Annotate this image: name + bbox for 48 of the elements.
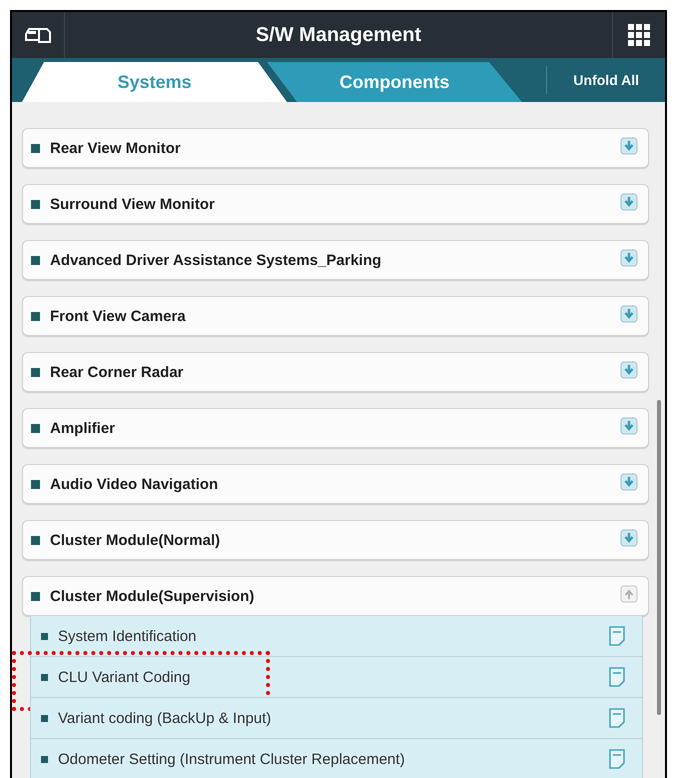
system-row[interactable]: Cluster Module(Normal)	[22, 520, 649, 560]
function-row[interactable]: Variant coding (BackUp & Input)	[30, 698, 643, 739]
function-name: Odometer Setting (Instrument Cluster Replacement)	[58, 750, 406, 768]
system-name: Advanced Driver Assistance Systems_Parking	[50, 252, 382, 268]
function-name: System Identification	[58, 628, 198, 644]
system-row[interactable]: Rear Corner Radar	[22, 352, 649, 392]
screen-title: S/W Management	[254, 24, 422, 46]
system-row[interactable]: Amplifier	[22, 408, 649, 448]
system-row[interactable]: Surround View Monitor	[22, 184, 649, 224]
bullet-icon	[41, 674, 48, 680]
system-name: Amplifier	[50, 420, 116, 436]
system-row[interactable]: Advanced Driver Assistance Systems_Parking	[22, 240, 649, 280]
function-name: CLU Variant Coding	[58, 668, 192, 686]
function-row[interactable]: Odometer Setting (Instrument Cluster Replacement)	[30, 739, 643, 778]
bullet-icon	[31, 592, 40, 600]
function-row[interactable]: CLU Variant Coding	[30, 657, 643, 698]
document-icon[interactable]	[608, 626, 626, 646]
bullet-icon	[41, 756, 48, 762]
system-name: Rear View Monitor	[50, 140, 182, 156]
bullet-icon	[31, 144, 40, 152]
bullet-icon	[31, 256, 40, 264]
car-document-icon[interactable]	[24, 26, 52, 44]
system-name: Surround View Monitor	[50, 196, 216, 212]
bullet-icon	[31, 424, 40, 432]
system-name: Cluster Module(Supervision)	[50, 588, 256, 604]
system-name: Audio Video Navigation	[50, 476, 220, 492]
system-name: Cluster Module(Normal)	[50, 532, 222, 548]
grid-menu-icon[interactable]	[628, 24, 650, 46]
function-row[interactable]: System Identification	[30, 616, 643, 657]
system-name: Rear Corner Radar	[50, 364, 184, 380]
bullet-icon	[31, 480, 40, 488]
system-row[interactable]: Front View Camera	[22, 296, 649, 336]
document-icon[interactable]	[608, 708, 626, 728]
bullet-icon	[41, 632, 48, 640]
system-row[interactable]: Cluster Module(Supervision)	[22, 576, 649, 616]
system-row[interactable]: Audio Video Navigation	[22, 464, 649, 504]
bullet-icon	[31, 368, 40, 376]
scrollbar[interactable]	[657, 400, 661, 715]
system-row[interactable]: Rear View Monitor	[22, 128, 649, 168]
bullet-icon	[41, 714, 48, 722]
bullet-icon	[31, 536, 40, 544]
bullet-icon	[31, 312, 40, 320]
document-icon[interactable]	[608, 749, 626, 769]
function-name: Variant coding (BackUp & Input)	[58, 710, 272, 726]
bullet-icon	[31, 200, 40, 208]
system-name: Front View Camera	[50, 308, 187, 324]
document-icon[interactable]	[608, 667, 626, 687]
unfold-all-button[interactable]: Unfold All	[546, 66, 665, 94]
